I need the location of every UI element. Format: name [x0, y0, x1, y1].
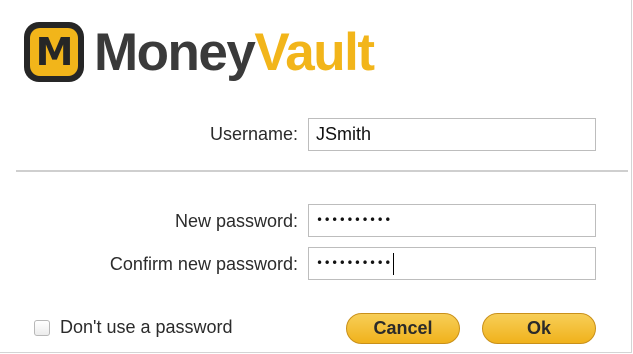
username-value: JSmith: [316, 124, 372, 144]
username-input[interactable]: JSmith: [308, 118, 596, 151]
section-divider: [16, 170, 628, 172]
cancel-button[interactable]: Cancel: [346, 313, 460, 344]
text-caret: [392, 252, 394, 275]
dialog-window: M MoneyVault Username: JSmith New passwo…: [0, 0, 632, 353]
app-logo: M MoneyVault: [24, 20, 375, 84]
new-password-value: ••••••••••: [316, 213, 392, 227]
logo-badge-icon: M: [24, 22, 84, 82]
no-password-checkbox[interactable]: [34, 319, 50, 336]
new-password-label: New password:: [174, 211, 298, 231]
ok-button[interactable]: Ok: [482, 313, 596, 344]
no-password-label: Don't use a password: [60, 317, 233, 337]
app-name-word2: Vault: [254, 22, 375, 82]
app-name: MoneyVault: [94, 22, 375, 82]
username-label: Username:: [209, 124, 298, 144]
logo-badge-letter: M: [30, 28, 78, 76]
confirm-password-label: Confirm new password:: [109, 254, 298, 274]
confirm-password-value: ••••••••••: [316, 256, 392, 270]
confirm-password-input[interactable]: ••••••••••: [308, 247, 596, 280]
app-name-word1: Money: [94, 22, 256, 82]
new-password-input[interactable]: ••••••••••: [308, 204, 596, 237]
no-password-option[interactable]: Don't use a password: [34, 317, 233, 338]
